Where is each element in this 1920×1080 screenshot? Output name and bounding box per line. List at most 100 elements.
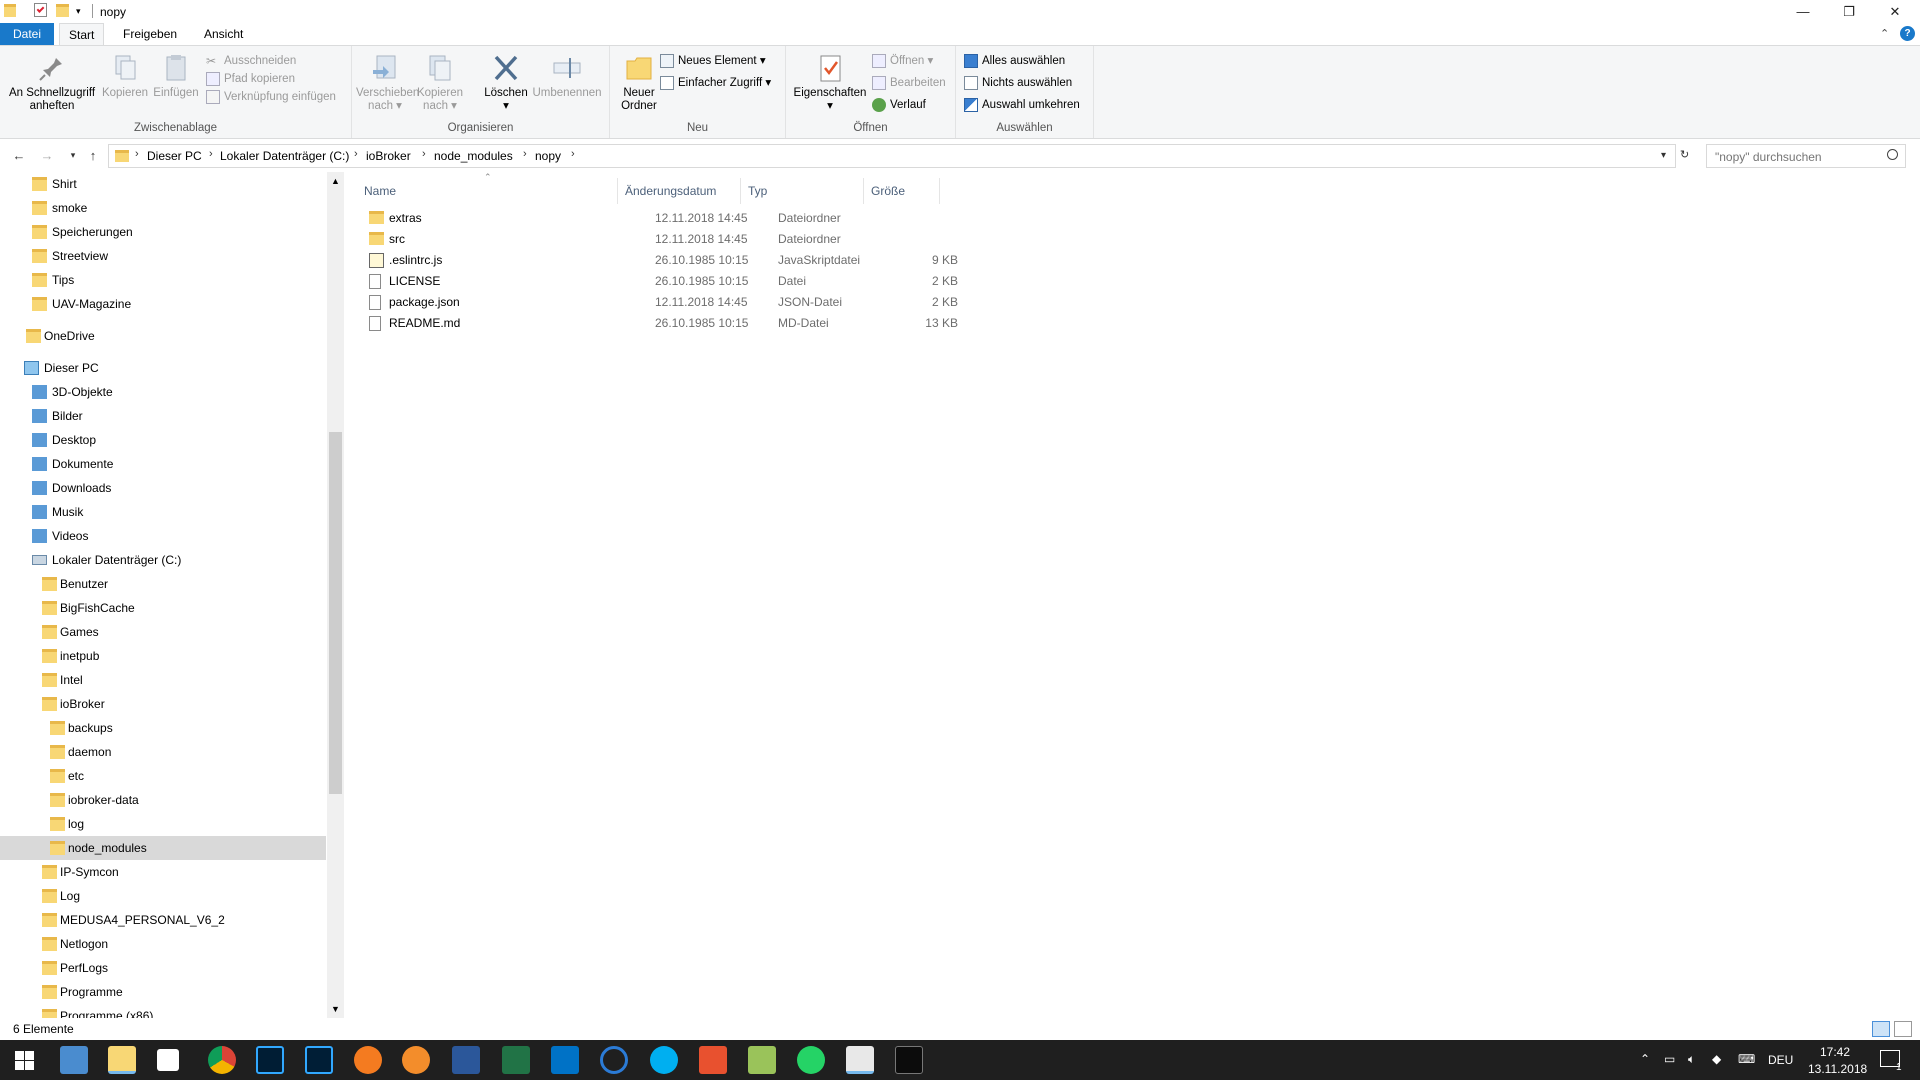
delete-button[interactable]: Löschen ▾: [482, 52, 530, 113]
dropbox-icon[interactable]: ◆: [1712, 1052, 1721, 1066]
file-row[interactable]: package.json 12.11.2018 14:45 JSON-Datei 2 …: [365, 292, 1285, 313]
copy-to-button[interactable]: Kopieren nach ▾: [414, 52, 466, 113]
nav-item[interactable]: smoke: [0, 196, 326, 220]
nav-item[interactable]: Downloads: [0, 476, 326, 500]
new-item-button[interactable]: Neues Element ▾: [660, 52, 766, 70]
new-folder-button[interactable]: Neuer Ordner: [614, 52, 664, 113]
column-header-type[interactable]: Typ: [742, 178, 864, 204]
app-orange-icon[interactable]: [354, 1046, 382, 1074]
network-icon[interactable]: ▭: [1664, 1052, 1675, 1066]
nav-item[interactable]: iobroker-data: [0, 788, 326, 812]
copy-path-button[interactable]: Pfad kopieren: [206, 70, 295, 88]
up-arrow-icon[interactable]: ↑: [84, 148, 102, 164]
tab-start[interactable]: Start: [59, 23, 105, 46]
file-row[interactable]: LICENSE 26.10.1985 10:15 Datei 2 KB: [365, 271, 1285, 292]
pin-quick-access-button[interactable]: An Schnellzugriff anheften: [4, 52, 100, 113]
close-button[interactable]: ✕: [1872, 0, 1918, 23]
chevron-right-icon[interactable]: ›: [354, 148, 358, 160]
outlook-icon[interactable]: [551, 1046, 579, 1074]
select-none-button[interactable]: Nichts auswählen: [964, 74, 1072, 92]
minimize-button[interactable]: —: [1780, 0, 1826, 23]
clock-date[interactable]: 13.11.2018: [1808, 1062, 1867, 1076]
nav-item[interactable]: OneDrive: [0, 324, 326, 348]
nav-item[interactable]: Programme: [0, 980, 326, 1004]
invert-selection-button[interactable]: Auswahl umkehren: [964, 96, 1080, 114]
tab-datei[interactable]: Datei: [0, 23, 54, 46]
nav-item[interactable]: Speicherungen: [0, 220, 326, 244]
collapse-ribbon-icon[interactable]: ⌃: [1880, 27, 1889, 40]
easy-access-button[interactable]: Einfacher Zugriff ▾: [660, 74, 771, 92]
chevron-right-icon[interactable]: ›: [571, 148, 575, 160]
nav-item[interactable]: Intel: [0, 668, 326, 692]
nav-item[interactable]: Benutzer: [0, 572, 326, 596]
file-row[interactable]: .eslintrc.js 26.10.1985 10:15 JavaSkriptda…: [365, 250, 1285, 271]
nav-item[interactable]: daemon: [0, 740, 326, 764]
chevron-right-icon[interactable]: ›: [135, 148, 139, 160]
breadcrumb-iobroker[interactable]: ioBroker: [366, 149, 411, 163]
photoshop-icon[interactable]: [256, 1046, 284, 1074]
app-white-icon[interactable]: [846, 1046, 874, 1074]
skype-icon[interactable]: [650, 1046, 678, 1074]
scroll-up-icon[interactable]: ▲: [331, 176, 340, 186]
nav-item[interactable]: Shirt: [0, 172, 326, 196]
open-button[interactable]: Öffnen ▾: [872, 52, 933, 70]
breadcrumb-dieser-pc[interactable]: Dieser PC: [147, 149, 202, 163]
column-header-name[interactable]: Name: [358, 178, 618, 204]
app-blue-swirl-icon[interactable]: [600, 1046, 628, 1074]
app-red-icon[interactable]: [699, 1046, 727, 1074]
search-box[interactable]: [1706, 144, 1906, 168]
search-icon[interactable]: [1887, 149, 1898, 160]
nav-item[interactable]: Musik: [0, 500, 326, 524]
nav-item[interactable]: backups: [0, 716, 326, 740]
column-header-size[interactable]: Größe: [865, 178, 940, 204]
app-orange-2-icon[interactable]: [402, 1046, 430, 1074]
notepad-plus-icon[interactable]: [748, 1046, 776, 1074]
tab-freigeben[interactable]: Freigeben: [114, 23, 186, 46]
tray-chevron-up-icon[interactable]: ⌃: [1640, 1052, 1650, 1066]
large-icons-view-icon[interactable]: [1894, 1021, 1912, 1037]
new-folder-quick-icon[interactable]: [56, 4, 69, 17]
search-input[interactable]: [1715, 148, 1885, 165]
recent-chevron-icon[interactable]: ▾: [64, 150, 82, 166]
copy-button[interactable]: Kopieren: [100, 52, 150, 100]
scroll-down-icon[interactable]: ▼: [331, 1004, 340, 1014]
nav-item[interactable]: Bilder: [0, 404, 326, 428]
breadcrumb-node-modules[interactable]: node_modules: [434, 149, 513, 163]
back-arrow-icon[interactable]: ←: [10, 148, 28, 164]
nav-item[interactable]: ioBroker: [0, 692, 326, 716]
properties-button[interactable]: Eigenschaften ▾: [790, 52, 870, 113]
nav-item[interactable]: IP-Symcon: [0, 860, 326, 884]
details-view-icon[interactable]: [1872, 1021, 1890, 1037]
terminal-icon[interactable]: [895, 1046, 923, 1074]
nav-item[interactable]: Log: [0, 884, 326, 908]
history-button[interactable]: Verlauf: [872, 96, 926, 114]
nav-item[interactable]: Videos: [0, 524, 326, 548]
nav-scrollbar[interactable]: ▲ ▼: [327, 172, 344, 1018]
paste-button[interactable]: Einfügen: [150, 52, 202, 100]
cut-button[interactable]: ✂ Ausschneiden: [206, 52, 296, 70]
nav-item[interactable]: BigFishCache: [0, 596, 326, 620]
file-explorer-icon[interactable]: [108, 1046, 136, 1074]
file-row[interactable]: src 12.11.2018 14:45 Dateiordner: [365, 229, 1285, 250]
nav-item[interactable]: Games: [0, 620, 326, 644]
chevron-right-icon[interactable]: ›: [209, 148, 213, 160]
breadcrumb-drive[interactable]: Lokaler Datenträger (C:): [220, 149, 349, 163]
rename-button[interactable]: Umbenennen: [530, 52, 604, 100]
word-icon[interactable]: [452, 1046, 480, 1074]
chevron-down-icon[interactable]: ▾: [76, 6, 81, 22]
file-row[interactable]: README.md 26.10.1985 10:15 MD-Datei 13 KB: [365, 313, 1285, 334]
chevron-right-icon[interactable]: ›: [422, 148, 426, 160]
forward-arrow-icon[interactable]: →: [38, 148, 56, 164]
nav-item[interactable]: Tips: [0, 268, 326, 292]
excel-icon[interactable]: [502, 1046, 530, 1074]
nav-item[interactable]: Lokaler Datenträger (C:): [0, 548, 326, 572]
nav-item[interactable]: inetpub: [0, 644, 326, 668]
nav-item[interactable]: Dokumente: [0, 452, 326, 476]
store-icon[interactable]: [157, 1049, 179, 1071]
column-header-date[interactable]: Änderungsdatum: [619, 178, 741, 204]
keyboard-icon[interactable]: ⌨: [1738, 1052, 1755, 1066]
nav-item[interactable]: PerfLogs: [0, 956, 326, 980]
file-row[interactable]: extras 12.11.2018 14:45 Dateiordner: [365, 208, 1285, 229]
help-icon[interactable]: ?: [1900, 26, 1915, 41]
chevron-right-icon[interactable]: ›: [523, 148, 527, 160]
